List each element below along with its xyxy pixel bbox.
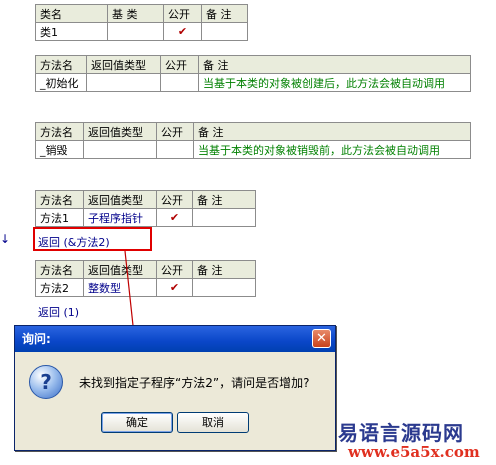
- base-class-cell[interactable]: [107, 22, 164, 41]
- return-type-cell[interactable]: 整数型: [83, 278, 157, 297]
- return-type-cell[interactable]: [86, 73, 161, 92]
- note-cell[interactable]: [192, 278, 256, 297]
- dialog-titlebar[interactable]: 询问: ✕: [15, 326, 335, 352]
- return-type-cell[interactable]: 子程序指针: [83, 208, 157, 227]
- note-cell[interactable]: [201, 22, 248, 41]
- header-note: 备 注: [193, 122, 471, 141]
- class-name-cell[interactable]: 类1: [35, 22, 108, 41]
- header-public: 公开: [163, 4, 202, 23]
- question-icon: ?: [29, 365, 63, 399]
- note-cell[interactable]: 当基于本类的对象被销毁前，此方法会被自动调用: [193, 140, 471, 159]
- note-cell[interactable]: 当基于本类的对象被创建后，此方法会被自动调用: [198, 73, 471, 92]
- method-name-cell[interactable]: _初始化: [35, 73, 87, 92]
- destroy-method-table: 方法名 返回值类型 公开 备 注 _销毁 当基于本类的对象被销毁前，此方法会被自…: [35, 122, 471, 159]
- header-class-name: 类名: [35, 4, 108, 23]
- confirm-dialog: 询问: ✕ ? 未找到指定子程序“方法2”，请问是否增加? 确定 取消: [14, 325, 336, 451]
- note-cell[interactable]: [192, 208, 256, 227]
- header-public: 公开: [160, 55, 199, 74]
- header-note: 备 注: [198, 55, 471, 74]
- public-cell[interactable]: [156, 140, 194, 159]
- close-icon[interactable]: ✕: [312, 329, 331, 348]
- ok-button[interactable]: 确定: [101, 412, 173, 433]
- header-method-name: 方法名: [35, 260, 84, 279]
- header-note: 备 注: [201, 4, 248, 23]
- watermark-url: www.e5a5x.com: [348, 443, 480, 461]
- header-public: 公开: [156, 190, 193, 209]
- header-return-type: 返回值类型: [83, 122, 157, 141]
- header-return-type: 返回值类型: [83, 260, 157, 279]
- public-cell[interactable]: [160, 73, 199, 92]
- dialog-message: 未找到指定子程序“方法2”，请问是否增加?: [79, 376, 310, 390]
- method-name-cell[interactable]: 方法2: [35, 278, 84, 297]
- dialog-title: 询问:: [22, 332, 51, 346]
- current-line-marker-icon: ↓: [0, 232, 11, 246]
- watermark-title: 易语言源码网: [338, 421, 464, 445]
- init-method-table: 方法名 返回值类型 公开 备 注 _初始化 当基于本类的对象被创建后，此方法会被…: [35, 55, 471, 92]
- class-table: 类名 基 类 公开 备 注 类1 ✔: [35, 4, 248, 41]
- public-check-icon[interactable]: ✔: [156, 278, 193, 297]
- header-base-class: 基 类: [107, 4, 164, 23]
- header-return-type: 返回值类型: [83, 190, 157, 209]
- code-line-return-1[interactable]: 返回 (1): [38, 304, 79, 320]
- header-method-name: 方法名: [35, 122, 84, 141]
- cancel-button[interactable]: 取消: [177, 412, 249, 433]
- header-method-name: 方法名: [35, 55, 87, 74]
- header-note: 备 注: [192, 260, 256, 279]
- header-note: 备 注: [192, 190, 256, 209]
- public-check-icon[interactable]: ✔: [163, 22, 202, 41]
- method2-table: 方法名 返回值类型 公开 备 注 方法2 整数型 ✔: [35, 260, 256, 297]
- header-public: 公开: [156, 122, 194, 141]
- header-return-type: 返回值类型: [86, 55, 161, 74]
- return-type-cell[interactable]: [83, 140, 157, 159]
- header-public: 公开: [156, 260, 193, 279]
- method-name-cell[interactable]: _销毁: [35, 140, 84, 159]
- method-name-cell[interactable]: 方法1: [35, 208, 84, 227]
- method1-table: 方法名 返回值类型 公开 备 注 方法1 子程序指针 ✔: [35, 190, 256, 227]
- header-method-name: 方法名: [35, 190, 84, 209]
- highlight-box: [33, 227, 152, 251]
- public-check-icon[interactable]: ✔: [156, 208, 193, 227]
